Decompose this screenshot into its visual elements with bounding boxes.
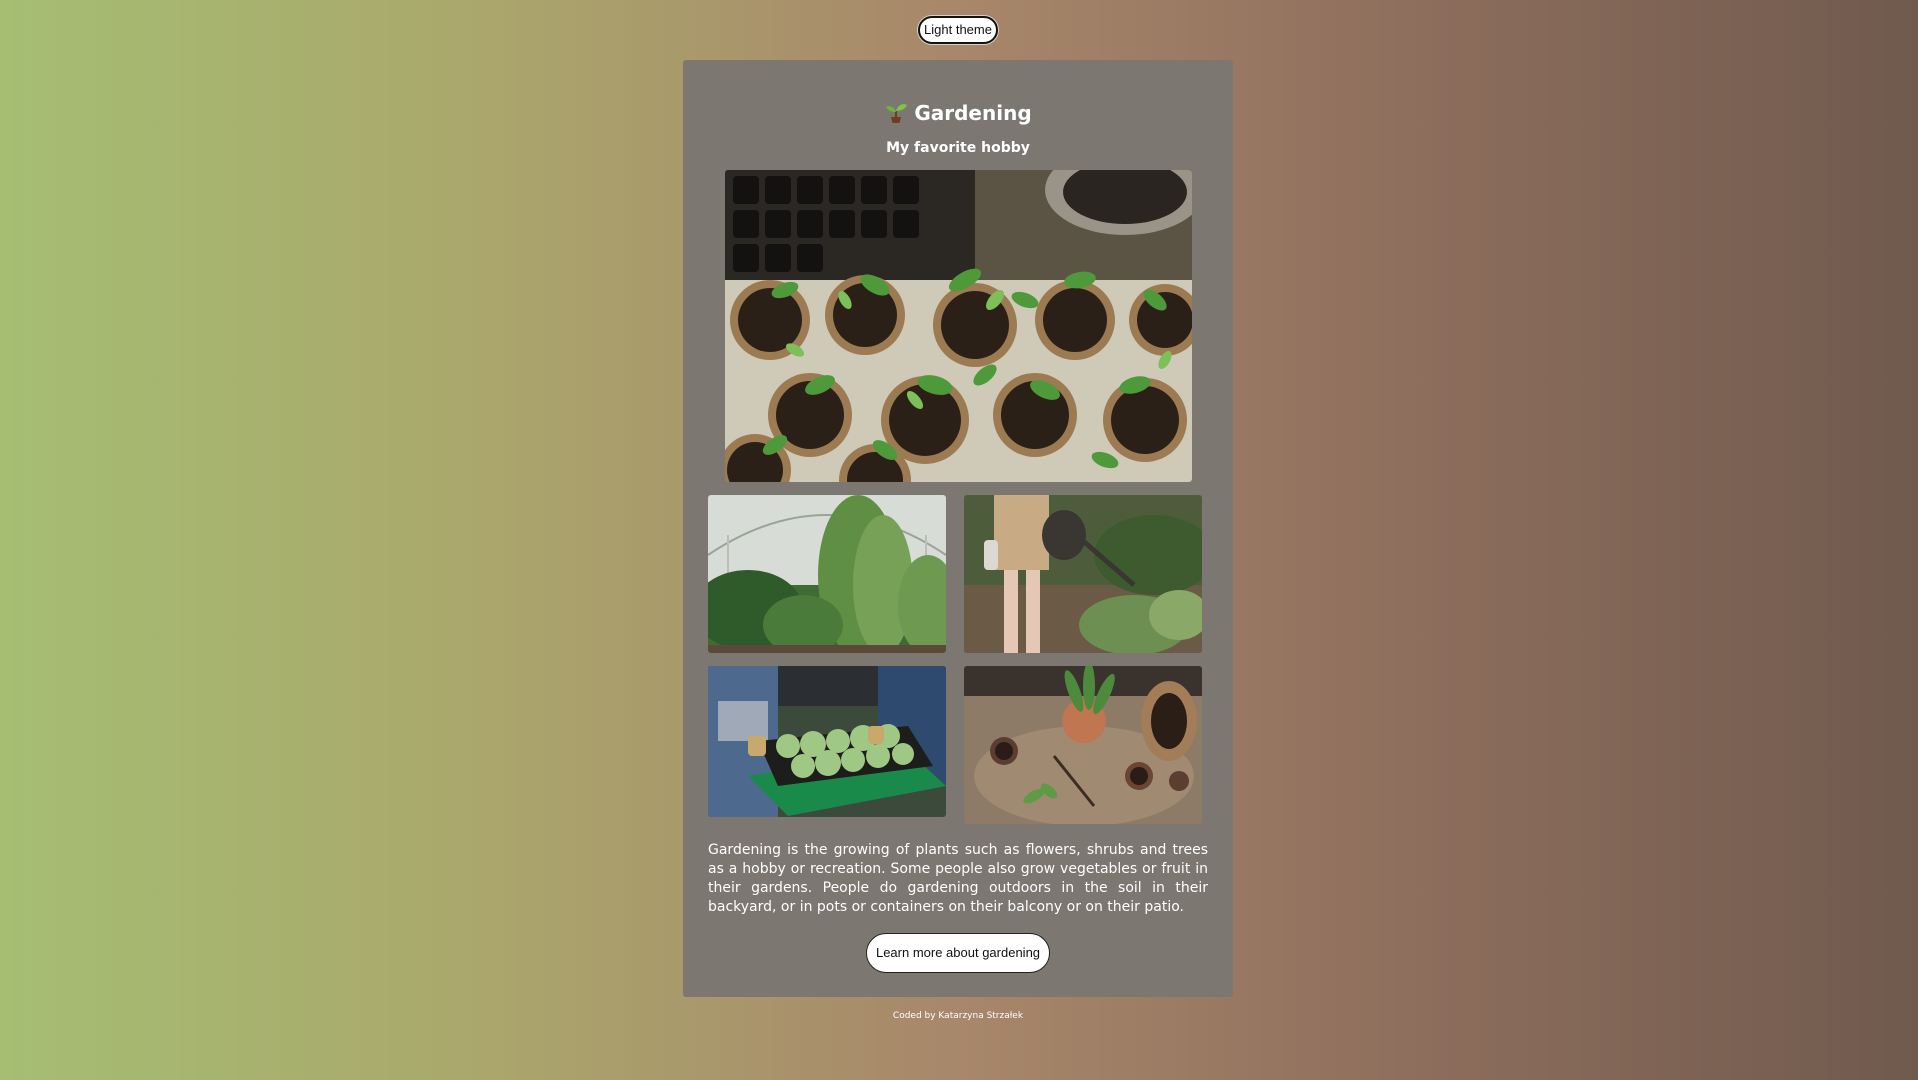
greenhouse-image [708,495,946,653]
footer-credit: Coded by Katarzyna Strzałek [892,1011,1024,1021]
seedling-tray-image [708,666,946,817]
theme-toggle-button[interactable]: Light theme [918,16,998,44]
hero-image [725,170,1192,482]
content-card: Gardening My favorite hobby Gardening is… [683,60,1233,997]
seedling-icon [884,100,908,124]
learn-more-button[interactable]: Learn more about gardening [866,933,1050,973]
description-text: Gardening is the growing of plants such … [708,842,1208,915]
potting-image [964,666,1202,824]
page-title-text: Gardening [914,101,1032,125]
page-subtitle: My favorite hobby [886,140,1030,156]
watering-image [964,495,1202,653]
page-title: Gardening [683,100,1233,125]
